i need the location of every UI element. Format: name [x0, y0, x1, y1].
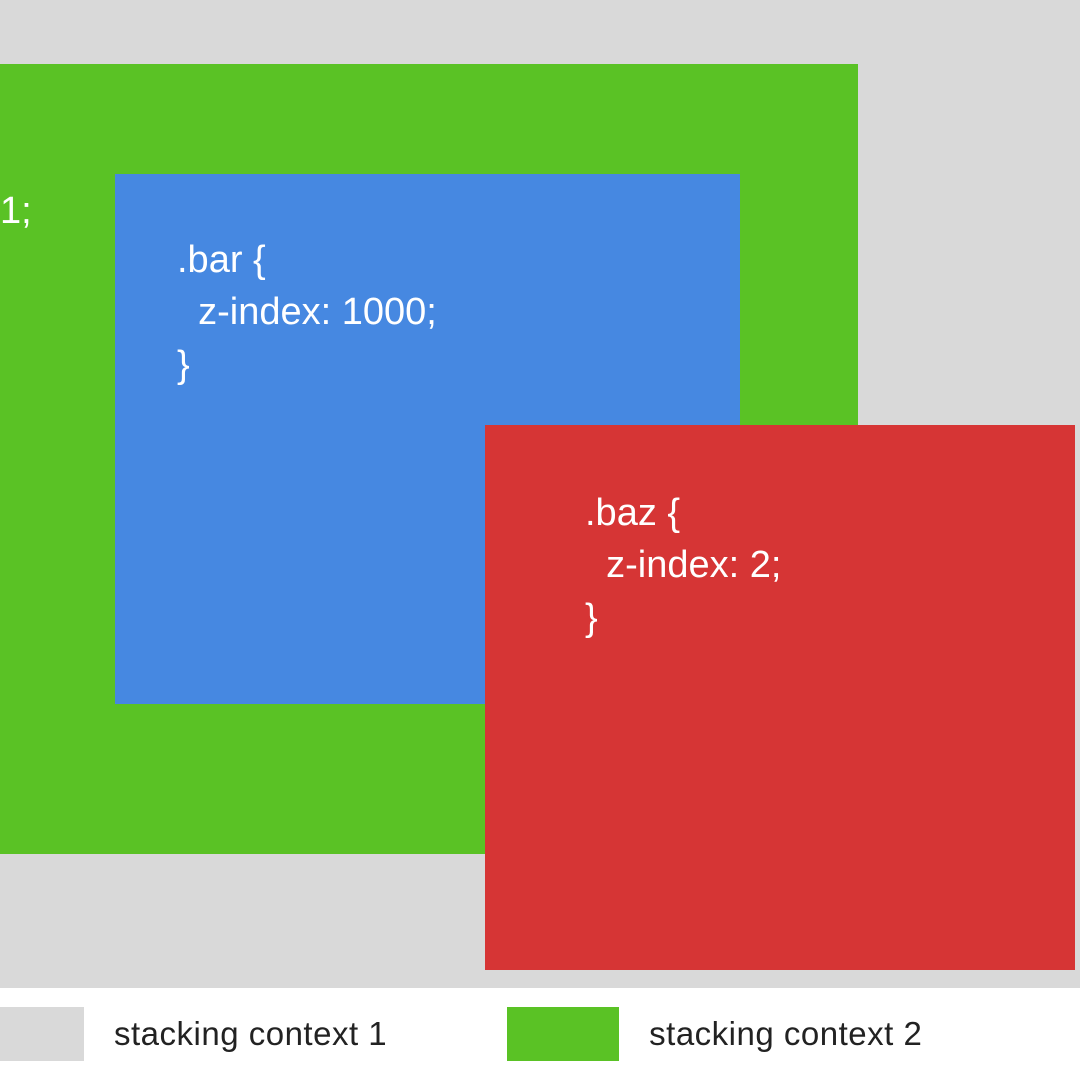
legend: stacking context 1 stacking context 2: [0, 988, 1080, 1080]
legend-label-1: stacking context 1: [114, 1015, 387, 1053]
bar-code-text: .bar { z-index: 1000; }: [177, 234, 437, 391]
legend-item-1: stacking context 1: [0, 1007, 387, 1061]
legend-label-2: stacking context 2: [649, 1015, 922, 1053]
legend-swatch-gray: [0, 1007, 84, 1061]
legend-swatch-green: [507, 1007, 619, 1061]
legend-item-2: stacking context 2: [507, 1007, 922, 1061]
foo-code-text: 1;: [0, 190, 32, 233]
baz-code-text: .baz { z-index: 2; }: [585, 487, 781, 644]
baz-box: .baz { z-index: 2; }: [485, 425, 1075, 970]
